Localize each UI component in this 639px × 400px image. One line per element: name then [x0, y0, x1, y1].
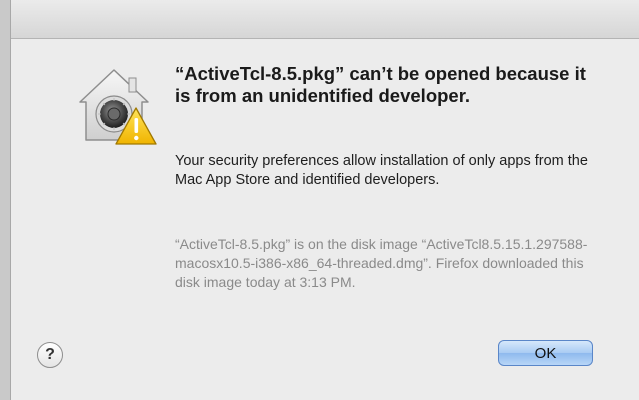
- gatekeeper-warning-icon: [74, 62, 160, 148]
- alert-message: Your security preferences allow installa…: [175, 153, 588, 188]
- help-button[interactable]: ?: [37, 342, 63, 368]
- gatekeeper-alert-dialog: “ActiveTcl-8.5.pkg” can’t be opened beca…: [10, 0, 639, 400]
- ok-button[interactable]: OK: [498, 340, 593, 366]
- alert-detail: “ActiveTcl-8.5.pkg” is on the disk image…: [175, 236, 588, 290]
- alert-heading: “ActiveTcl-8.5.pkg” can’t be opened beca…: [175, 63, 586, 106]
- window-titlebar[interactable]: [11, 0, 639, 39]
